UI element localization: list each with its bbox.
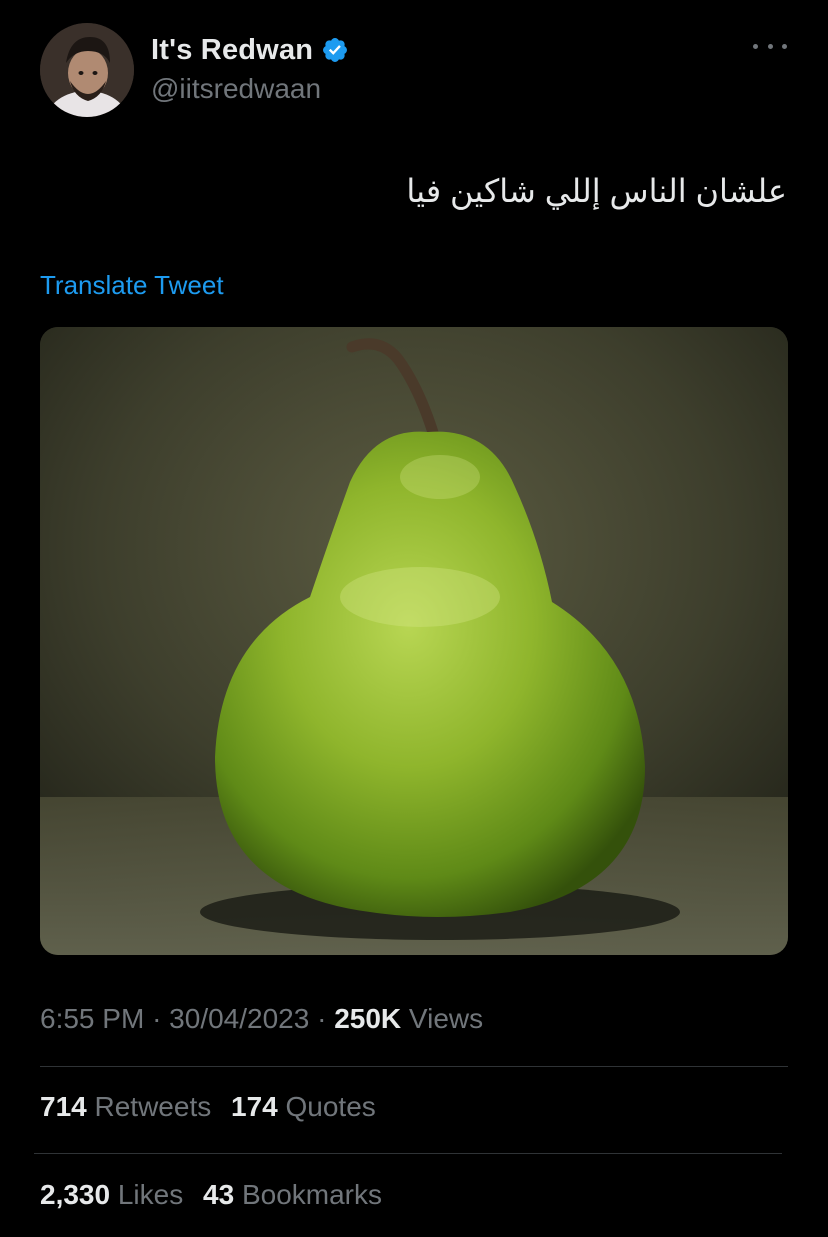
author-name-row[interactable]: It's Redwan bbox=[151, 30, 349, 70]
more-dot bbox=[753, 43, 758, 49]
tweet-text: علشان الناس إللي شاكين فيا bbox=[406, 173, 787, 209]
more-horizontal-icon[interactable] bbox=[753, 36, 787, 56]
stats-row-engagement: 2,330 Likes 43 Bookmarks bbox=[40, 1179, 394, 1211]
tweet-image[interactable] bbox=[40, 327, 788, 955]
retweets-count: 714 bbox=[40, 1091, 87, 1122]
tweet-time[interactable]: 6:55 PM bbox=[40, 1003, 144, 1034]
divider bbox=[40, 1066, 788, 1067]
translate-tweet-link[interactable]: Translate Tweet bbox=[40, 270, 224, 301]
bookmarks-stat[interactable]: 43 Bookmarks bbox=[203, 1179, 382, 1210]
author-display-name[interactable]: It's Redwan bbox=[151, 34, 313, 67]
pear-photo bbox=[40, 327, 788, 955]
quotes-count: 174 bbox=[231, 1091, 278, 1122]
quotes-label: Quotes bbox=[285, 1091, 376, 1122]
tweet-date[interactable]: 30/04/2023 bbox=[169, 1003, 309, 1034]
likes-count: 2,330 bbox=[40, 1179, 111, 1210]
views-label: Views bbox=[408, 1003, 484, 1034]
avatar-photo bbox=[40, 23, 134, 117]
divider bbox=[34, 1153, 782, 1154]
retweets-label: Retweets bbox=[94, 1091, 212, 1122]
more-dot bbox=[782, 43, 787, 49]
meta-separator: · bbox=[152, 1003, 162, 1034]
bookmarks-label: Bookmarks bbox=[241, 1179, 382, 1210]
verified-badge-icon bbox=[323, 38, 348, 62]
retweets-stat[interactable]: 714 Retweets bbox=[40, 1091, 219, 1122]
views-count: 250K bbox=[334, 1003, 402, 1034]
author-handle[interactable]: @iitsredwaan bbox=[151, 73, 321, 105]
avatar[interactable] bbox=[40, 23, 134, 117]
likes-label: Likes bbox=[117, 1179, 184, 1210]
stats-row-shares: 714 Retweets 174 Quotes bbox=[40, 1091, 388, 1123]
likes-stat[interactable]: 2,330 Likes bbox=[40, 1179, 191, 1210]
more-dot bbox=[767, 43, 773, 49]
quotes-stat[interactable]: 174 Quotes bbox=[231, 1091, 376, 1122]
bookmarks-count: 43 bbox=[203, 1179, 235, 1210]
meta-separator: · bbox=[317, 1003, 327, 1034]
tweet-meta: 6:55 PM · 30/04/2023 · 250K Views bbox=[40, 1003, 483, 1035]
